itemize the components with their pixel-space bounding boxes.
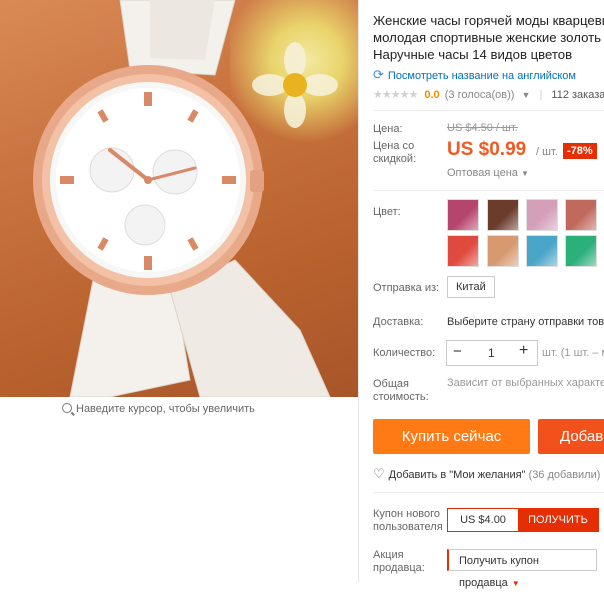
color-swatch[interactable]	[487, 199, 519, 231]
get-coupon-button[interactable]: ПОЛУЧИТЬ	[518, 509, 598, 531]
ship-from-label: Отправка из:	[373, 282, 440, 294]
price-label: Цена:	[373, 123, 403, 135]
watch-illustration	[33, 0, 331, 397]
total-value: Зависит от выбранных характе	[447, 377, 604, 389]
quantity-minus-button[interactable]: −	[453, 343, 462, 360]
color-swatch[interactable]	[447, 235, 479, 267]
color-swatch[interactable]	[526, 199, 558, 231]
divider	[373, 492, 604, 493]
translate-link[interactable]: ⟳ Посмотреть название на английском	[373, 67, 576, 83]
zoom-hint: Наведите курсор, чтобы увеличить	[62, 403, 255, 415]
product-image[interactable]	[0, 0, 358, 397]
orders-count: 112 заказа	[551, 89, 604, 101]
price-unit: / шт.	[536, 146, 558, 158]
quantity-stepper: − 1 +	[446, 340, 538, 366]
rating-score: 0.0	[424, 89, 440, 101]
wholesale-price-dropdown[interactable]: Оптовая цена ▼	[447, 167, 529, 179]
quantity-label: Количество:	[373, 347, 436, 359]
divider	[373, 110, 604, 111]
delivery-value: Выберите страну отправки това	[447, 316, 604, 328]
old-price: US $4.50 / шт.	[447, 122, 518, 134]
rating-votes[interactable]: (3 голоса(ов))	[445, 89, 515, 101]
discount-badge: -78%	[563, 143, 597, 159]
separator: |	[539, 89, 543, 101]
heart-icon: ♡	[373, 466, 385, 481]
chevron-down-icon: ▼	[520, 169, 529, 178]
column-divider	[358, 0, 359, 582]
quantity-input[interactable]: 1	[488, 346, 495, 360]
wishlist-link[interactable]: ♡ Добавить в "Мои желания" (36 добавили)	[373, 466, 600, 482]
coupon-amount: US $4.00	[460, 514, 506, 526]
delivery-label: Доставка:	[373, 316, 424, 328]
chevron-down-icon[interactable]: ▼	[522, 90, 531, 100]
color-label: Цвет:	[373, 206, 401, 218]
color-swatch[interactable]	[526, 235, 558, 267]
product-title: Женские часы горячей моды кварцевые моло…	[373, 13, 604, 62]
new-user-coupon: US $4.00 ПОЛУЧИТЬ	[447, 508, 599, 532]
quantity-plus-button[interactable]: +	[519, 342, 528, 360]
seller-promo-label: Акция продавца:	[373, 549, 425, 574]
current-price: US $0.99	[447, 139, 527, 160]
divider	[373, 190, 604, 191]
discount-price-label: Цена со скидкой:	[373, 140, 417, 165]
ship-from-option[interactable]: Китай	[447, 276, 495, 298]
quantity-unit: шт. (1 шт. – м	[542, 347, 604, 359]
rating-row: ★★★★★ 0.0 (3 голоса(ов)) ▼ | 112 заказа	[373, 88, 604, 101]
color-swatch[interactable]	[565, 199, 597, 231]
color-swatch[interactable]	[565, 235, 597, 267]
chevron-down-icon: ▼	[511, 579, 520, 588]
seller-coupon-dropdown[interactable]: Получить купон продавца ▼	[447, 549, 597, 589]
total-label: Общая стоимость:	[373, 378, 429, 403]
add-to-cart-button[interactable]: Добав	[538, 419, 604, 454]
translate-icon: ⟳	[373, 67, 384, 82]
color-swatch[interactable]	[487, 235, 519, 267]
magnifier-icon	[62, 403, 72, 413]
buy-now-button[interactable]: Купить сейчас	[373, 419, 530, 454]
color-swatch[interactable]	[447, 199, 479, 231]
new-user-coupon-label: Купон нового пользователя	[373, 508, 443, 533]
rating-stars-icon: ★★★★★	[373, 89, 418, 101]
